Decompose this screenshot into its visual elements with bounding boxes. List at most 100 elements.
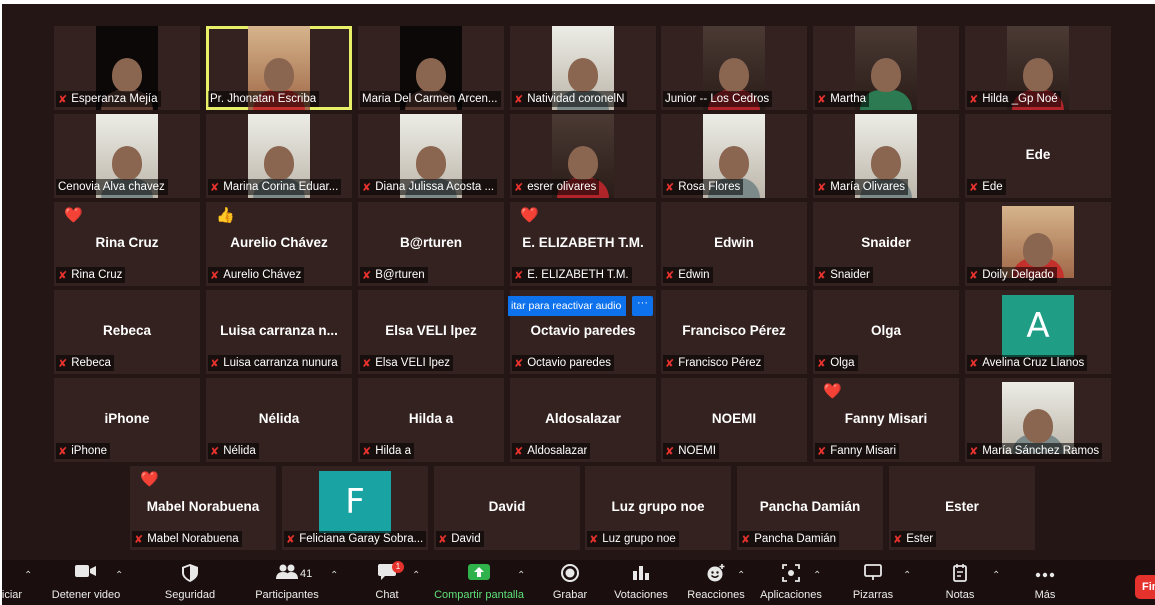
participant-tile[interactable]: Cenovia Alva chavez (54, 114, 200, 198)
share-options-chevron-icon[interactable]: ⌃ (517, 570, 525, 581)
participant-tile[interactable]: Luz grupo noe ✘ Luz grupo noe (585, 466, 731, 550)
more-button-label: Más (1034, 589, 1056, 601)
participant-tile[interactable]: Mabel Norabuena ❤️ ✘ Mabel Norabuena (130, 466, 276, 550)
participants-button[interactable]: 41 Participantes (252, 564, 322, 604)
video-options-chevron-icon[interactable]: ⌃ (115, 570, 123, 581)
smiley-icon (707, 564, 725, 584)
muted-microphone-icon: ✘ (514, 181, 524, 194)
participant-name-bar: ✘ Aurelio Chávez (208, 267, 305, 283)
record-button[interactable]: Grabar (548, 564, 592, 604)
participant-tile[interactable]: Nélida ✘ Nélida (206, 378, 352, 462)
participant-display-name: Edwin (714, 235, 754, 250)
chat-options-chevron-icon[interactable]: ⌃ (412, 570, 420, 581)
end-meeting-button[interactable]: Fin (1135, 575, 1155, 599)
share-screen-icon (468, 564, 490, 584)
participant-tile[interactable]: Pancha Damián ✘ Pancha Damián (737, 466, 883, 550)
share-screen-button-label: Compartir pantalla (434, 589, 524, 601)
participant-display-name: Aldosalazar (545, 411, 621, 426)
participant-tile[interactable]: E. ELIZABETH T.M. ❤️ ✘ E. ELIZABETH T.M. (510, 202, 656, 286)
participant-tile[interactable]: Edwin ✘ Edwin (661, 202, 807, 286)
participant-tile[interactable]: ✘ Natividad coronelN (510, 26, 656, 110)
apps-options-chevron-icon[interactable]: ⌃ (813, 570, 821, 581)
participant-name-label: María Sánchez Ramos (982, 445, 1100, 457)
participant-tile[interactable]: A ✘ Avelina Cruz Llanos (965, 290, 1111, 374)
reactions-options-chevron-icon[interactable]: ⌃ (737, 570, 745, 581)
heart-reaction-icon: ❤️ (520, 207, 539, 224)
whiteboards-options-chevron-icon[interactable]: ⌃ (903, 570, 911, 581)
participant-tile[interactable]: ✘ Martha (813, 26, 959, 110)
participants-options-chevron-icon[interactable]: ⌃ (330, 570, 338, 581)
participant-tile[interactable]: Elsa VELI lpez ✘ Elsa VELI lpez (358, 290, 504, 374)
notes-button[interactable]: Notas (940, 564, 980, 604)
participant-tile[interactable]: Rina Cruz ❤️ ✘ Rina Cruz (54, 202, 200, 286)
participant-face (416, 145, 446, 180)
participants-count: 41 (300, 568, 313, 580)
participant-tile[interactable]: Maria Del Carmen Arcen... (358, 26, 504, 110)
reactions-button-label: Reacciones (687, 589, 745, 601)
participant-tile[interactable]: Ede ✘ Ede (965, 114, 1111, 198)
participant-tile[interactable]: Snaider ✘ Snaider (813, 202, 959, 286)
participant-display-name: B@rturen (400, 235, 462, 250)
participant-name-label: Snaider (830, 269, 870, 281)
muted-microphone-icon: ✘ (134, 533, 144, 546)
participant-tile[interactable]: ✘ Hilda _Gp Noé (965, 26, 1111, 110)
security-button[interactable]: Seguridad (162, 564, 218, 604)
muted-microphone-icon: ✘ (286, 533, 296, 546)
more-button[interactable]: Más (1028, 564, 1062, 604)
participant-tile[interactable]: Olga ✘ Olga (813, 290, 959, 374)
video-button[interactable]: Detener video (48, 564, 124, 604)
participant-tile[interactable]: ✘ Doily Delgado (965, 202, 1111, 286)
audio-options-chevron-icon[interactable]: ⌃ (24, 570, 32, 581)
participant-tile[interactable]: Aldosalazar ✘ Aldosalazar (510, 378, 656, 462)
participant-name-label: Mabel Norabuena (147, 533, 239, 545)
participant-tile[interactable]: ✘ Esperanza Mejía (54, 26, 200, 110)
muted-microphone-icon: ✘ (969, 181, 979, 194)
unmute-tooltip[interactable]: itar para reactivar audio (508, 296, 626, 316)
whiteboards-button[interactable]: Pizarras (850, 564, 896, 604)
participant-tile[interactable]: Francisco Pérez ✘ Francisco Pérez (661, 290, 807, 374)
video-button-label: Detener video (51, 589, 121, 601)
heart-reaction-icon: ❤️ (823, 383, 842, 400)
participant-tile[interactable]: Fanny Misari ❤️ ✘ Fanny Misari (813, 378, 959, 462)
participant-tile[interactable]: B@rturen ✘ B@rturen (358, 202, 504, 286)
muted-microphone-icon: ✘ (817, 357, 827, 370)
participant-tile[interactable]: Pr. Jhonatan Escriba (206, 26, 352, 110)
participant-name-label: iPhone (71, 445, 108, 457)
muted-microphone-icon: ✘ (362, 181, 372, 194)
participant-tile[interactable]: NOEMI ✘ NOEMI (661, 378, 807, 462)
participant-tile[interactable]: Aurelio Chávez 👍 ✘ Aurelio Chávez (206, 202, 352, 286)
participant-tile[interactable]: Rebeca ✘ Rebeca (54, 290, 200, 374)
participant-name-label: Esperanza Mejía (71, 93, 158, 105)
participant-tile[interactable]: Ester ✘ Ester (889, 466, 1035, 550)
participant-tile[interactable]: Junior -- Los Cedros (661, 26, 807, 110)
participant-tile[interactable]: ✘ María Sánchez Ramos (965, 378, 1111, 462)
participant-tile[interactable]: ✘ Rosa Flores (661, 114, 807, 198)
audio-button[interactable]: iciar (2, 564, 22, 604)
participant-face (1023, 233, 1053, 268)
muted-microphone-icon: ✘ (514, 93, 524, 106)
share-screen-button[interactable]: Compartir pantalla (432, 564, 526, 604)
participant-tile[interactable]: David ✘ David (434, 466, 580, 550)
muted-microphone-icon: ✘ (58, 445, 68, 458)
participant-tile[interactable]: F ✘ Feliciana Garay Sobra... (282, 466, 428, 550)
muted-microphone-icon: ✘ (514, 445, 524, 458)
chat-unread-badge: 1 (392, 561, 404, 573)
participant-name-bar: ✘ Francisco Pérez (663, 355, 765, 371)
participant-face (264, 57, 294, 92)
participant-tile[interactable]: ✘ Marina Corina Eduar... (206, 114, 352, 198)
participant-tile[interactable]: iPhone ✘ iPhone (54, 378, 200, 462)
chat-button[interactable]: 1 Chat (370, 561, 404, 604)
polls-button[interactable]: Votaciones (612, 564, 670, 604)
tile-more-options-button[interactable]: ··· (632, 296, 653, 316)
participant-display-name: NOEMI (711, 411, 757, 426)
participant-tile[interactable]: Luisa carranza n... ✘ Luisa carranza nunur… (206, 290, 352, 374)
participant-tile[interactable]: ✘ Diana Julissa Acosta ... (358, 114, 504, 198)
notes-options-chevron-icon[interactable]: ⌃ (992, 570, 1000, 581)
participant-tile[interactable]: Hilda a ✘ Hilda a (358, 378, 504, 462)
participant-name-bar: ✘ Diana Julissa Acosta ... (360, 179, 498, 195)
muted-microphone-icon: ✘ (210, 445, 220, 458)
participant-face (1023, 57, 1053, 92)
participant-tile[interactable]: ✘ esrer olivares (510, 114, 656, 198)
participant-tile[interactable]: ✘ María Olivares (813, 114, 959, 198)
participant-name-bar: ✘ E. ELIZABETH T.M. (512, 267, 632, 283)
